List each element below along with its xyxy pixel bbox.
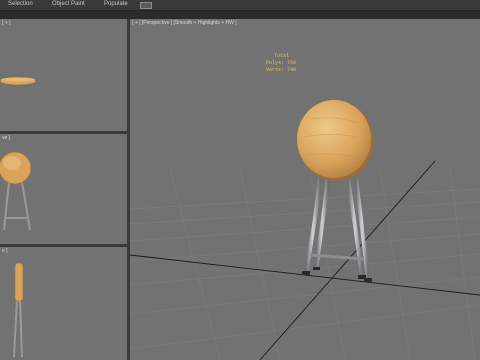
tab-object-paint[interactable]: Object Paint (52, 1, 85, 7)
stool-front-view (0, 151, 32, 231)
stool-perspective-model[interactable] (130, 19, 480, 360)
viewport-perspective[interactable]: [ + ] [Perspective ] [Smooth + Highlight… (130, 19, 480, 360)
ribbon-panel-strip (0, 11, 480, 19)
ribbon-bar: Selection Object Paint Populate (0, 0, 480, 11)
ribbon-dropdown-chip[interactable] (140, 2, 152, 9)
stool-left-view (13, 262, 24, 358)
viewport-top[interactable]: [ + ] (0, 19, 127, 131)
tab-selection[interactable]: Selection (8, 1, 33, 7)
viewport-front[interactable]: ve ] (0, 134, 127, 244)
viewport-left[interactable]: e ] (0, 247, 127, 360)
stool-top-view (0, 76, 37, 86)
tab-populate[interactable]: Populate (104, 1, 128, 7)
